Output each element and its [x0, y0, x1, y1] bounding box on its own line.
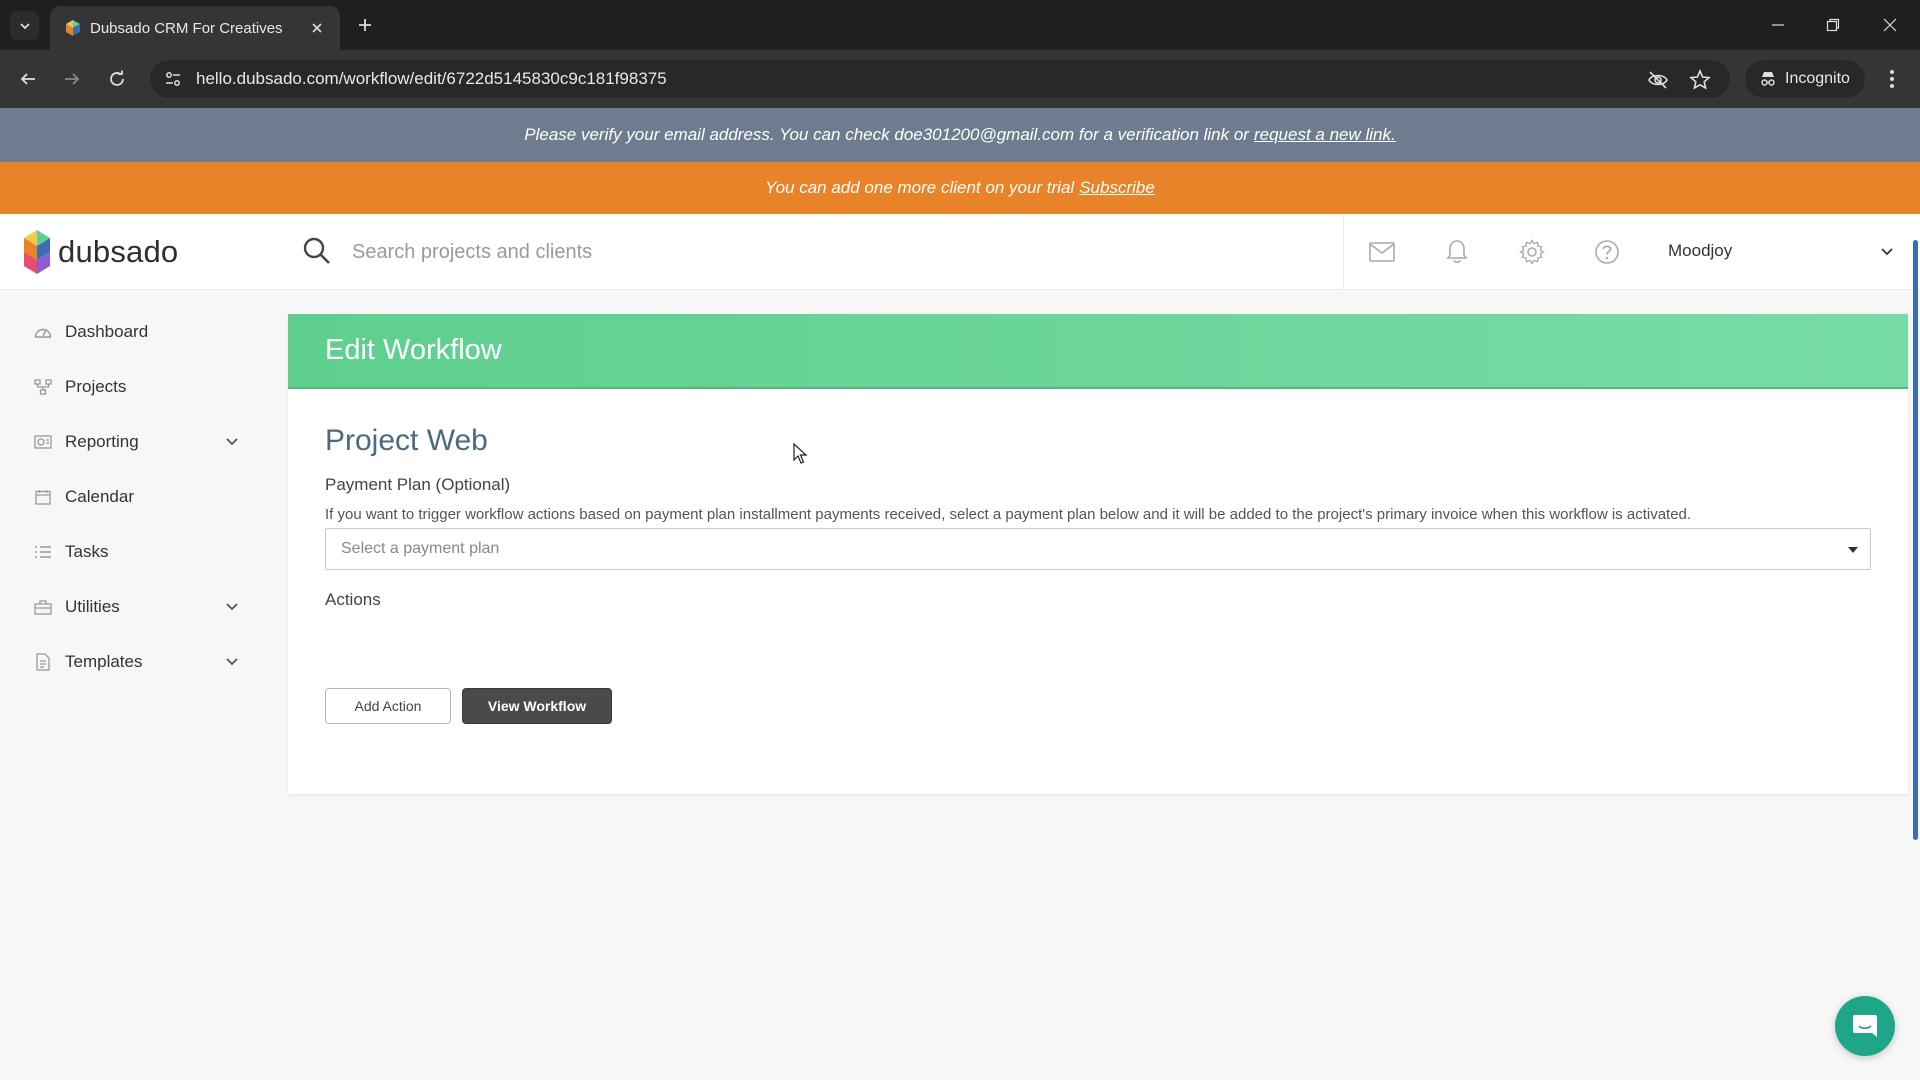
sidebar-item-label: Tasks — [65, 542, 109, 561]
gear-icon[interactable] — [1516, 236, 1548, 268]
sidebar-item-label: Dashboard — [65, 322, 149, 341]
calendar-icon — [33, 487, 53, 507]
mail-icon[interactable] — [1366, 236, 1398, 268]
bookmark-star-icon[interactable] — [1688, 68, 1712, 92]
request-new-link[interactable]: request a new link. — [1254, 125, 1396, 145]
projects-icon — [33, 377, 53, 397]
scrollbar[interactable] — [1913, 240, 1918, 840]
incognito-badge[interactable]: Incognito — [1745, 60, 1865, 98]
chevron-down-icon — [19, 22, 30, 29]
card-header: Edit Workflow — [288, 314, 1908, 389]
user-menu-chevron-icon[interactable] — [1877, 242, 1897, 262]
sidebar-item-tasks[interactable]: Tasks — [0, 527, 270, 577]
new-tab-icon[interactable] — [353, 13, 377, 37]
page-title: Edit Workflow — [325, 334, 502, 366]
sidebar-item-label: Templates — [65, 652, 143, 671]
tab-close-icon[interactable] — [306, 17, 328, 39]
payment-plan-help-text: If you want to trigger workflow actions … — [325, 506, 1692, 523]
payment-plan-select[interactable]: Select a payment plan — [325, 528, 1871, 570]
templates-icon — [33, 652, 53, 672]
sidebar-item-label: Calendar — [65, 487, 134, 506]
subscribe-link[interactable]: Subscribe — [1079, 178, 1155, 198]
edit-workflow-card: Edit Workflow Project Web Payment Plan (… — [288, 314, 1908, 794]
sidebar-item-label: Projects — [65, 377, 127, 396]
verify-email-text: Please verify your email address. You ca… — [524, 125, 1249, 144]
add-action-button[interactable]: Add Action — [325, 688, 451, 724]
utilities-icon — [33, 597, 53, 617]
chat-launcher-button[interactable] — [1835, 996, 1895, 1056]
browser-tab-bar: Dubsado CRM For Creatives — [0, 0, 1920, 50]
chevron-down-icon[interactable] — [223, 653, 241, 671]
caret-down-icon — [1846, 543, 1860, 557]
trial-text: You can add one more client on your tria… — [765, 178, 1075, 197]
eye-slash-icon[interactable] — [1646, 68, 1670, 92]
chat-icon — [1853, 1015, 1877, 1037]
sidebar-item-templates[interactable]: Templates — [0, 637, 270, 687]
sidebar-item-reporting[interactable]: Reporting — [0, 417, 270, 467]
incognito-icon — [1761, 72, 1775, 86]
help-icon[interactable] — [1591, 236, 1623, 268]
actions-label: Actions — [325, 590, 381, 609]
verify-email-banner: Please verify your email address. You ca… — [0, 108, 1920, 162]
dubsado-logo[interactable]: dubsado — [22, 228, 178, 276]
sidebar-item-utilities[interactable]: Utilities — [0, 582, 270, 632]
tasks-icon — [33, 542, 53, 562]
sidebar-item-dashboard[interactable]: Dashboard — [0, 307, 270, 357]
search-icon[interactable] — [302, 236, 334, 268]
forward-arrow-icon[interactable] — [58, 65, 86, 93]
chevron-down-icon[interactable] — [223, 433, 241, 451]
reporting-icon — [33, 432, 53, 452]
sidebar-item-label: Utilities — [65, 597, 120, 616]
chevron-down-icon[interactable] — [223, 598, 241, 616]
browser-tab-active[interactable]: Dubsado CRM For Creatives — [50, 6, 340, 50]
bell-icon[interactable] — [1441, 236, 1473, 268]
site-info-icon[interactable] — [162, 68, 184, 90]
sidebar: Dashboard Projects Reporting Calendar Ta… — [0, 290, 270, 1080]
back-arrow-icon[interactable] — [14, 65, 42, 93]
tab-search-button[interactable] — [10, 11, 39, 40]
close-window-icon[interactable] — [1876, 12, 1904, 38]
address-bar[interactable]: hello.dubsado.com/workflow/edit/6722d514… — [150, 60, 1730, 98]
sidebar-item-label: Reporting — [65, 432, 139, 451]
user-name[interactable]: Moodjoy — [1668, 241, 1732, 261]
browser-toolbar: hello.dubsado.com/workflow/edit/6722d514… — [0, 50, 1920, 108]
logo-text: dubsado — [58, 234, 179, 269]
payment-plan-placeholder: Select a payment plan — [341, 540, 500, 557]
sidebar-item-calendar[interactable]: Calendar — [0, 472, 270, 522]
browser-menu-icon[interactable] — [1880, 65, 1904, 93]
minimize-icon[interactable] — [1764, 12, 1792, 38]
app-header: dubsado Moodjoy — [0, 214, 1920, 290]
restore-icon[interactable] — [1819, 12, 1847, 38]
trial-banner: You can add one more client on your tria… — [0, 162, 1920, 214]
workflow-name[interactable]: Project Web — [325, 424, 488, 458]
dashboard-icon — [33, 322, 53, 342]
url-text[interactable]: hello.dubsado.com/workflow/edit/6722d514… — [196, 69, 667, 89]
header-divider — [1343, 214, 1344, 290]
sidebar-item-projects[interactable]: Projects — [0, 362, 270, 412]
incognito-label: Incognito — [1785, 70, 1850, 87]
dubsado-favicon-icon — [66, 20, 80, 36]
reload-icon[interactable] — [103, 65, 131, 93]
view-workflow-button[interactable]: View Workflow — [462, 688, 612, 724]
dubsado-logo-icon — [24, 230, 50, 274]
tab-title: Dubsado CRM For Creatives — [90, 20, 283, 37]
payment-plan-label: Payment Plan (Optional) — [325, 475, 511, 494]
search-input[interactable] — [352, 233, 1312, 271]
mouse-cursor-icon — [793, 443, 808, 464]
